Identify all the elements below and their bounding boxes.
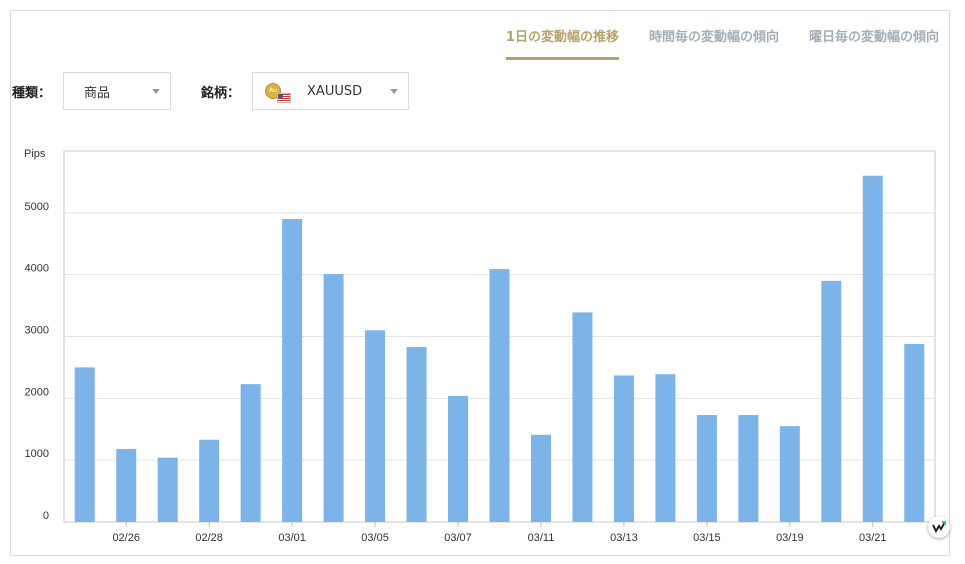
bar-03/22[interactable] bbox=[904, 343, 925, 522]
bar-03/01[interactable] bbox=[282, 219, 303, 522]
y-axis-title: Pips bbox=[24, 148, 46, 160]
x-tick-label: 03/11 bbox=[528, 532, 555, 544]
bar-02/26[interactable] bbox=[116, 449, 137, 522]
x-tick-label: 03/21 bbox=[859, 532, 887, 544]
y-tick-label: 5000 bbox=[25, 201, 49, 213]
x-tick-label: 03/13 bbox=[610, 532, 638, 544]
bar-02/27[interactable] bbox=[157, 457, 178, 522]
bar-03/13[interactable] bbox=[613, 375, 634, 522]
tradingview-logo-icon[interactable] bbox=[928, 516, 950, 538]
bar-03/14[interactable] bbox=[655, 374, 676, 522]
bar-03/04[interactable] bbox=[323, 274, 344, 522]
y-tick-label: 1000 bbox=[25, 448, 49, 460]
y-tick-label: 2000 bbox=[25, 386, 49, 398]
x-axis-labels: 02/26 02/28 03/01 03/05 03/07 03/11 03/13 03/15… bbox=[112, 522, 887, 544]
bar-03/20[interactable] bbox=[821, 280, 842, 522]
bar-chart: 0 1000 2000 3000 4000 5000 02/26 02/28 03/01 03/… bbox=[24, 148, 936, 544]
x-tick-label: 03/01 bbox=[278, 532, 306, 544]
bar-03/05[interactable] bbox=[365, 330, 386, 522]
bar-03/08[interactable] bbox=[489, 269, 510, 522]
bar-03/19[interactable] bbox=[779, 426, 800, 522]
y-axis-labels: 0 1000 2000 3000 4000 5000 bbox=[25, 201, 49, 522]
x-tick-label: 03/15 bbox=[693, 532, 721, 544]
bar-03/06[interactable] bbox=[406, 347, 427, 522]
x-tick-label: 02/28 bbox=[195, 532, 223, 544]
x-tick-label: 03/05 bbox=[361, 532, 389, 544]
bar-03/11[interactable] bbox=[530, 434, 551, 522]
y-tick-label: 4000 bbox=[25, 263, 49, 275]
x-tick-label: 02/26 bbox=[112, 532, 140, 544]
bar-03/15[interactable] bbox=[696, 415, 717, 522]
bar-03/21[interactable] bbox=[862, 175, 883, 522]
y-tick-label: 3000 bbox=[25, 325, 49, 337]
bars bbox=[74, 175, 925, 522]
x-tick-label: 03/07 bbox=[444, 532, 472, 544]
bar-03/12[interactable] bbox=[572, 312, 593, 522]
logo-glyph bbox=[932, 521, 946, 534]
bar-02/25[interactable] bbox=[74, 367, 95, 522]
y-tick-label: 0 bbox=[43, 510, 49, 522]
bar-03/18[interactable] bbox=[738, 415, 759, 522]
bar-02/28[interactable] bbox=[199, 439, 220, 522]
x-tick-label: 03/19 bbox=[776, 532, 804, 544]
bar-02/29[interactable] bbox=[240, 384, 261, 522]
bar-03/07[interactable] bbox=[448, 395, 469, 522]
